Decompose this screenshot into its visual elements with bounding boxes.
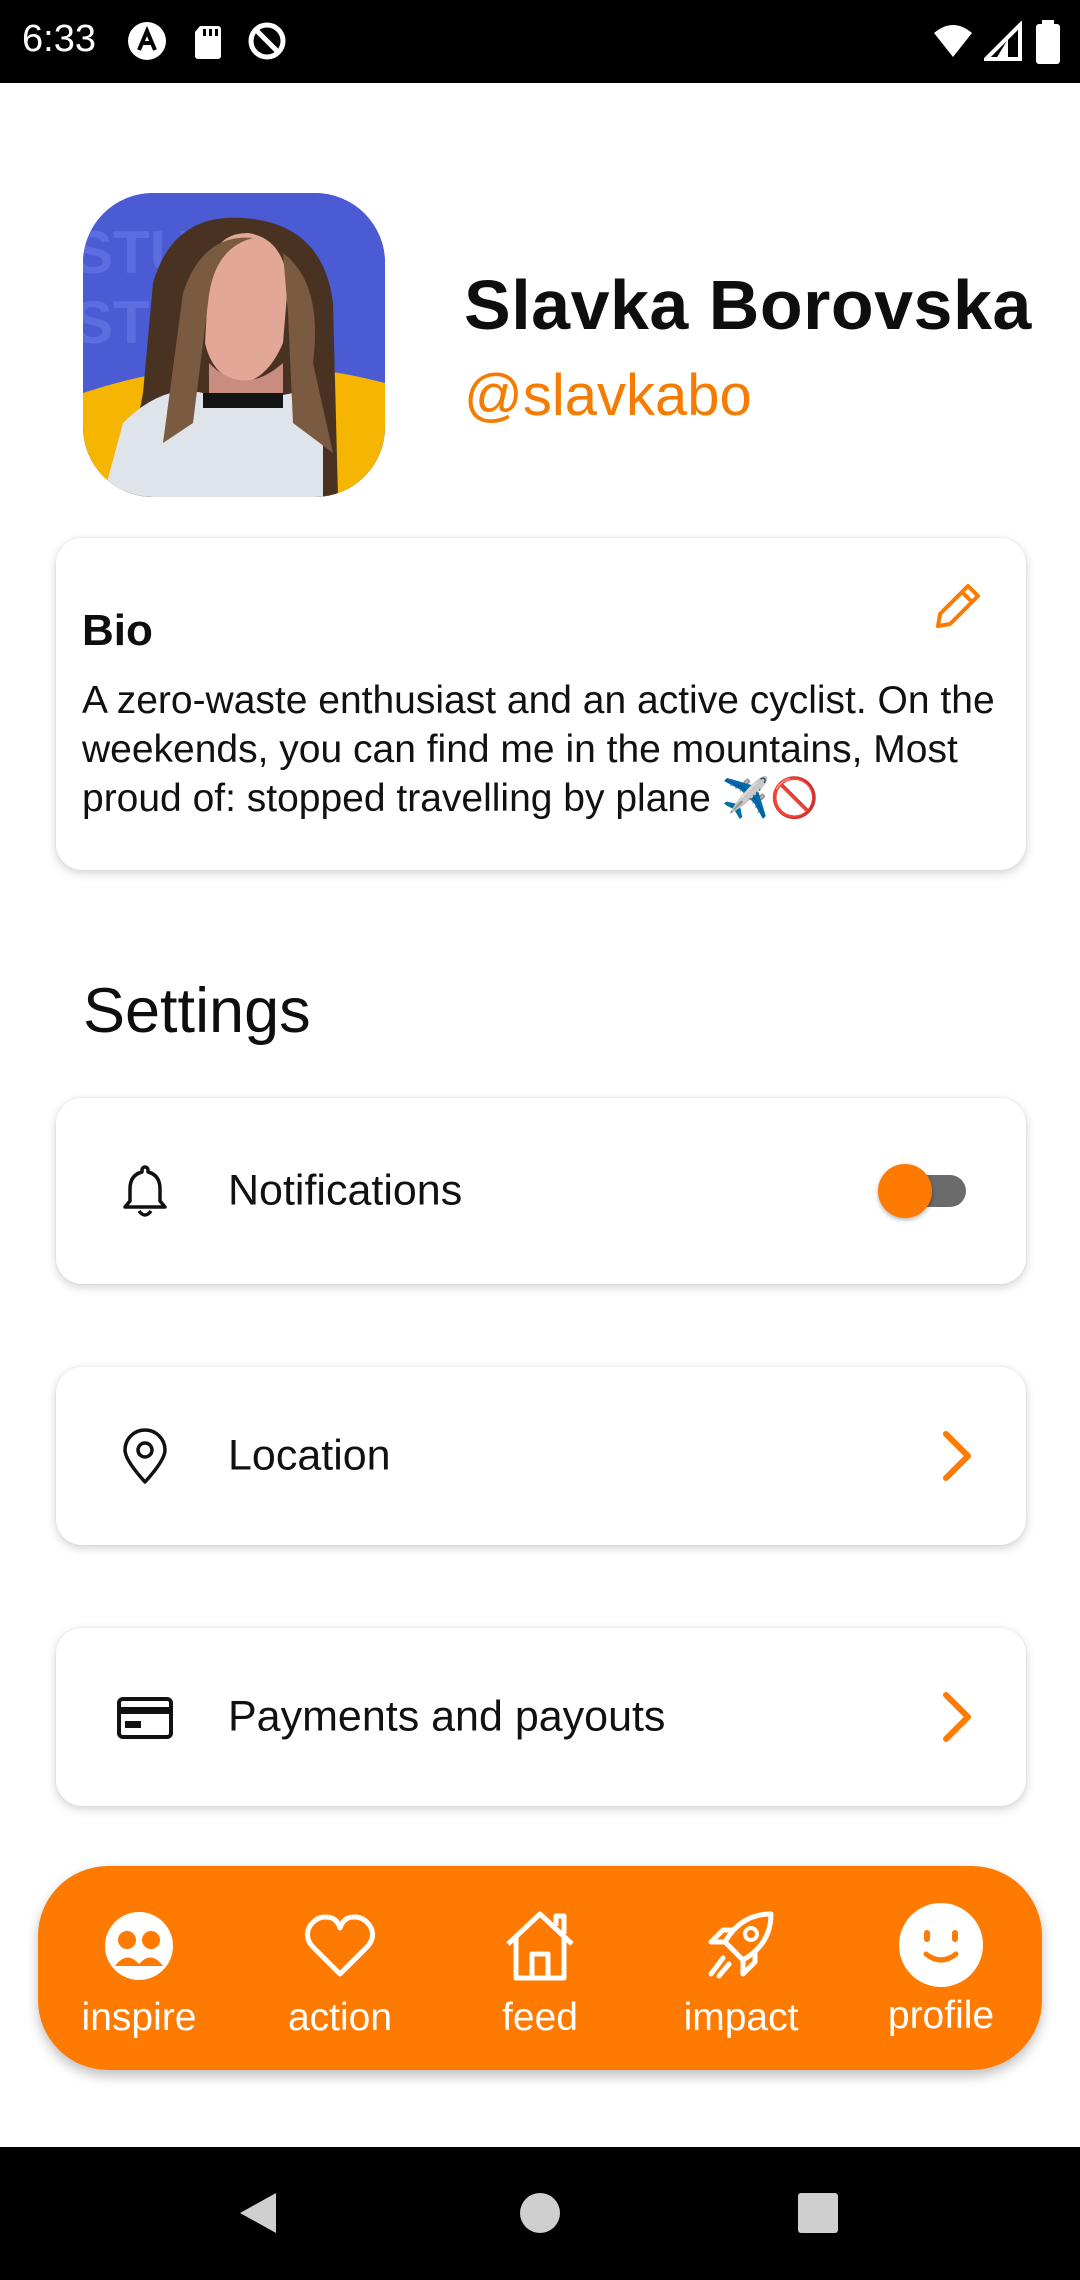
system-nav-bar xyxy=(0,2147,1080,2280)
back-icon[interactable] xyxy=(230,2183,290,2243)
data-saver-icon xyxy=(248,22,286,60)
settings-item-location[interactable]: Location xyxy=(56,1367,1026,1545)
smiley-icon xyxy=(899,1903,983,1987)
a-notification-icon xyxy=(128,22,166,60)
bio-card: Bio A zero-waste enthusiast and an activ… xyxy=(56,538,1026,870)
settings-item-payments[interactable]: Payments and payouts xyxy=(56,1628,1026,1806)
nav-item-impact[interactable]: impact xyxy=(641,1866,841,2070)
location-label: Location xyxy=(228,1431,391,1480)
bell-icon xyxy=(123,1165,167,1217)
avatar-illustration: STU STU xyxy=(83,193,385,497)
profile-name: Slavka Borovska xyxy=(464,266,1032,344)
payments-label: Payments and payouts xyxy=(228,1692,666,1741)
recents-icon[interactable] xyxy=(788,2183,848,2243)
profile-handle: @slavkabo xyxy=(464,363,752,428)
settings-title: Settings xyxy=(83,976,311,1046)
chevron-right-icon xyxy=(943,1431,971,1481)
location-pin-icon xyxy=(123,1428,167,1484)
nav-item-profile[interactable]: profile xyxy=(841,1866,1041,2070)
settings-item-notifications[interactable]: Notifications xyxy=(56,1098,1026,1284)
avatar[interactable]: STU STU xyxy=(83,193,385,497)
nav-label-impact: impact xyxy=(683,1996,799,2039)
nav-label-inspire: inspire xyxy=(81,1996,197,2039)
toggle-thumb xyxy=(878,1164,932,1218)
home-icon xyxy=(506,1911,574,1981)
signal-icon xyxy=(984,21,1022,61)
heart-icon xyxy=(304,1914,376,1977)
nav-label-action: action xyxy=(287,1996,393,2039)
notifications-toggle[interactable] xyxy=(878,1163,970,1219)
chevron-right-icon xyxy=(943,1692,971,1742)
rocket-icon xyxy=(708,1911,774,1979)
nav-label-profile: profile xyxy=(887,1994,995,2037)
status-bar: 6:33 xyxy=(0,0,1080,83)
bottom-nav: inspire action feed impact profile xyxy=(38,1866,1042,2070)
bio-title: Bio xyxy=(82,606,153,655)
nav-item-inspire[interactable]: inspire xyxy=(39,1866,239,2070)
nav-item-action[interactable]: action xyxy=(240,1866,440,2070)
status-time: 6:33 xyxy=(22,18,96,60)
nav-label-feed: feed xyxy=(502,1996,578,2039)
notifications-label: Notifications xyxy=(228,1166,463,1215)
nav-item-feed[interactable]: feed xyxy=(440,1866,640,2070)
bio-text: A zero-waste enthusiast and an active cy… xyxy=(82,679,995,820)
inspire-faces-icon xyxy=(105,1912,173,1980)
credit-card-icon xyxy=(117,1697,173,1739)
battery-icon xyxy=(1036,20,1060,64)
pencil-icon[interactable] xyxy=(930,578,986,634)
sd-card-icon xyxy=(195,26,221,59)
home-button-icon[interactable] xyxy=(510,2183,570,2243)
wifi-icon xyxy=(934,25,972,57)
